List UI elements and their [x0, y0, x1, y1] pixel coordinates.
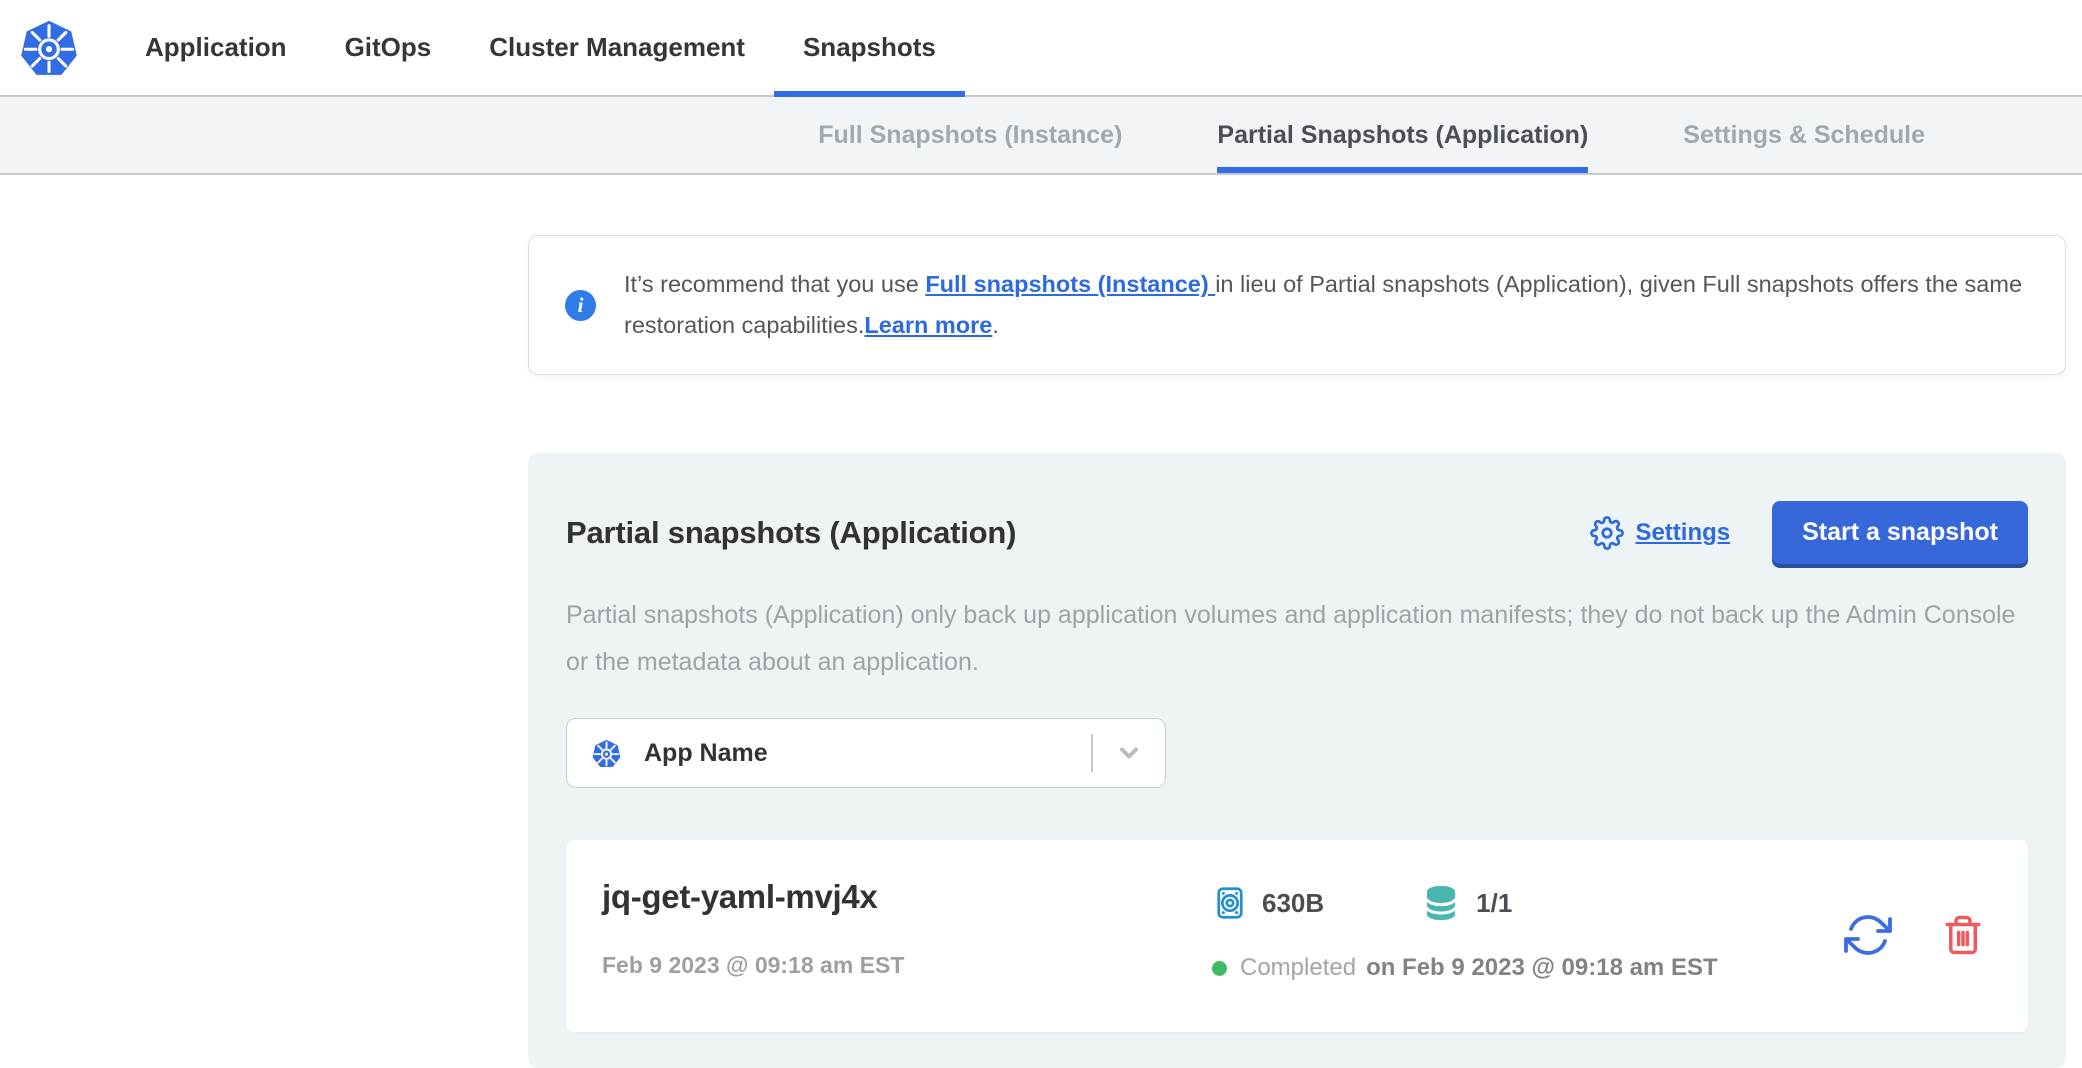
- page-title: Partial snapshots (Application): [566, 515, 1590, 551]
- snapshot-volumes-value: 1/1: [1476, 888, 1512, 919]
- app-select-value: App Name: [644, 739, 1091, 768]
- status-dot-icon: [1212, 961, 1227, 976]
- banner-text: It’s recommend that you use Full snapsho…: [624, 264, 2023, 346]
- settings-link-label: Settings: [1635, 519, 1730, 547]
- database-icon: [1420, 882, 1462, 924]
- partial-snapshots-panel: Partial snapshots (Application) Settings…: [528, 453, 2066, 1068]
- top-navigation: Application GitOps Cluster Management Sn…: [0, 0, 2082, 97]
- banner-text-part3: .: [992, 312, 999, 338]
- settings-link[interactable]: Settings: [1590, 516, 1730, 550]
- restore-snapshot-button[interactable]: [1844, 911, 1892, 959]
- disk-icon: [1212, 885, 1248, 921]
- nav-item-gitops[interactable]: GitOps: [316, 0, 461, 95]
- snapshots-sub-navigation: Full Snapshots (Instance) Partial Snapsh…: [0, 97, 2082, 175]
- nav-item-application[interactable]: Application: [116, 0, 316, 95]
- snapshot-created-timestamp: Feb 9 2023 @ 09:18 am EST: [602, 952, 1212, 979]
- snapshot-row: jq-get-yaml-mvj4x Feb 9 2023 @ 09:18 am …: [566, 840, 2028, 1032]
- panel-description: Partial snapshots (Application) only bac…: [566, 592, 2028, 686]
- gear-icon: [1590, 516, 1624, 550]
- chevron-down-icon: [1093, 739, 1165, 767]
- tab-settings-schedule[interactable]: Settings & Schedule: [1683, 97, 1925, 173]
- snapshot-name: jq-get-yaml-mvj4x: [602, 878, 1212, 916]
- status-timestamp: on Feb 9 2023 @ 09:18 am EST: [1366, 954, 1718, 982]
- app-name-select[interactable]: App Name: [566, 718, 1166, 788]
- tab-partial-snapshots-application[interactable]: Partial Snapshots (Application): [1217, 97, 1588, 173]
- start-snapshot-button[interactable]: Start a snapshot: [1772, 501, 2028, 564]
- full-snapshots-instance-link[interactable]: Full snapshots (Instance): [925, 271, 1215, 297]
- kubernetes-icon: [591, 738, 622, 769]
- snapshot-info: jq-get-yaml-mvj4x Feb 9 2023 @ 09:18 am …: [602, 878, 1212, 992]
- tab-full-snapshots-instance[interactable]: Full Snapshots (Instance): [818, 97, 1122, 173]
- nav-item-snapshots[interactable]: Snapshots: [774, 0, 965, 95]
- banner-text-part1: It’s recommend that you use: [624, 271, 925, 297]
- panel-header: Partial snapshots (Application) Settings…: [566, 501, 2028, 564]
- snapshot-size-stat: 630B: [1212, 885, 1324, 921]
- snapshot-actions: [1844, 911, 1984, 959]
- snapshot-stats: 630B 1/1: [1212, 878, 1844, 992]
- snapshot-status-row: Completed on Feb 9 2023 @ 09:18 am EST: [1212, 954, 1844, 982]
- top-nav-items: Application GitOps Cluster Management Sn…: [116, 0, 965, 95]
- stats-row: 630B 1/1: [1212, 882, 1844, 924]
- restore-icon: [1844, 911, 1892, 959]
- snapshot-volumes-stat: 1/1: [1420, 882, 1512, 924]
- delete-snapshot-button[interactable]: [1942, 914, 1984, 956]
- main-content: i It’s recommend that you use Full snaps…: [0, 235, 2082, 1068]
- snapshot-size-value: 630B: [1262, 888, 1324, 919]
- nav-item-cluster-management[interactable]: Cluster Management: [460, 0, 774, 95]
- trash-icon: [1942, 914, 1984, 956]
- recommendation-banner: i It’s recommend that you use Full snaps…: [528, 235, 2066, 375]
- info-icon: i: [565, 290, 596, 321]
- kubernetes-logo: [18, 0, 80, 95]
- learn-more-link[interactable]: Learn more: [864, 312, 992, 338]
- status-badge: Completed: [1240, 954, 1356, 982]
